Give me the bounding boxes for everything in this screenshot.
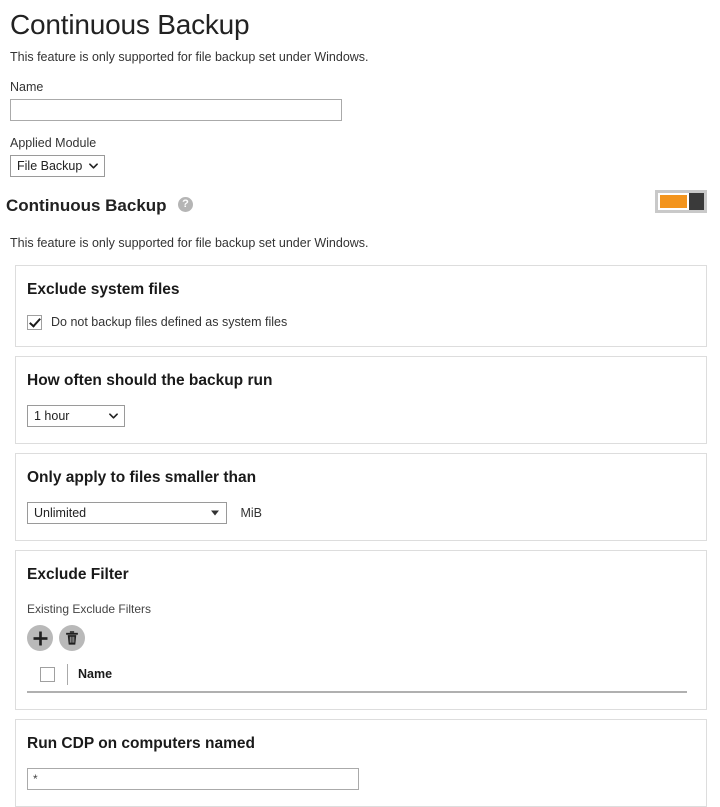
applied-module-label: Applied Module — [10, 136, 97, 150]
select-all-checkbox[interactable] — [39, 666, 55, 682]
continuous-backup-header-row: Continuous Backup ? — [0, 177, 720, 225]
delete-filter-button[interactable] — [59, 625, 85, 651]
continuous-backup-note: This feature is only supported for file … — [10, 236, 369, 250]
exclude-system-files-title: Exclude system files — [27, 281, 180, 298]
name-input[interactable] — [10, 99, 342, 121]
chevron-down-icon — [109, 412, 118, 421]
panel-exclude-system-files: Exclude system files Do not backup files… — [15, 265, 707, 347]
table-column-name: Name — [78, 666, 113, 681]
plus-icon — [32, 630, 49, 647]
panel-run-cdp: Run CDP on computers named — [15, 719, 707, 807]
frequency-title: How often should the backup run — [27, 372, 273, 389]
frequency-select-wrap[interactable]: 1 hour — [27, 405, 125, 427]
continuous-backup-title: Continuous Backup — [6, 196, 167, 215]
toggle-track — [658, 193, 704, 210]
existing-exclude-filters-label: Existing Exclude Filters — [27, 602, 152, 616]
toggle-fill — [660, 195, 687, 208]
trash-icon — [64, 630, 80, 646]
file-size-limit-title: Only apply to files smaller than — [27, 469, 257, 486]
exclude-system-files-checkbox[interactable] — [27, 315, 42, 330]
toggle-knob[interactable] — [689, 193, 704, 210]
panel-frequency: How often should the backup run 1 hour — [15, 356, 707, 444]
exclude-filter-title: Exclude Filter — [27, 566, 129, 583]
continuous-backup-page: Continuous Backup This feature is only s… — [0, 0, 720, 807]
applied-module-value: File Backup — [17, 159, 83, 173]
continuous-backup-toggle[interactable] — [655, 190, 707, 213]
run-cdp-input[interactable] — [27, 768, 359, 790]
page-title: Continuous Backup — [10, 9, 250, 40]
help-icon[interactable]: ? — [178, 197, 194, 212]
select-all-cell[interactable] — [27, 666, 67, 682]
page-note: This feature is only supported for file … — [10, 50, 369, 64]
file-size-limit-select-wrap[interactable]: Unlimited — [27, 502, 227, 524]
exclude-filter-table: Name — [27, 663, 687, 693]
applied-module-select-wrap[interactable]: File Backup — [10, 155, 106, 177]
panel-file-size-limit: Only apply to files smaller than Unlimit… — [15, 453, 707, 541]
triangle-down-icon — [211, 510, 219, 516]
panel-exclude-filter: Exclude Filter Existing Exclude Filters — [15, 550, 707, 710]
file-size-limit-value: Unlimited — [34, 506, 87, 520]
exclude-system-files-checkbox-row[interactable]: Do not backup files defined as system fi… — [27, 315, 706, 330]
exclude-system-files-checkbox-label: Do not backup files defined as system fi… — [51, 315, 288, 329]
table-header-row: Name — [27, 663, 687, 693]
exclude-filter-toolbar — [27, 625, 706, 651]
frequency-select[interactable]: 1 hour — [27, 405, 125, 427]
file-size-limit-unit: MiB — [240, 505, 262, 520]
add-filter-button[interactable] — [27, 625, 53, 651]
run-cdp-title: Run CDP on computers named — [27, 735, 255, 752]
applied-module-select[interactable]: File Backup — [10, 155, 106, 177]
name-field-label: Name — [10, 80, 44, 94]
chevron-down-icon — [89, 162, 99, 171]
file-size-limit-select[interactable]: Unlimited — [27, 502, 227, 524]
frequency-value: 1 hour — [34, 409, 70, 423]
